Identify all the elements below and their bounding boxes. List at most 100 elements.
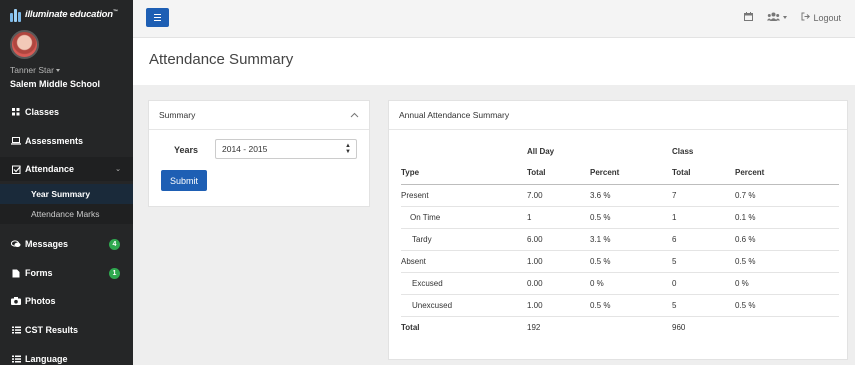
table-group-header-row: All Day Class	[401, 140, 839, 162]
years-select-value: 2014 - 2015	[222, 144, 268, 154]
logout-icon	[801, 12, 811, 23]
all-day-total: 6.00	[527, 228, 590, 251]
class-total: 6	[672, 228, 735, 251]
sidebar-item-messages[interactable]: Messages 4	[0, 232, 133, 256]
users-icon	[767, 12, 781, 23]
logout-label: Logout	[813, 12, 841, 23]
table-row: Excused 0.00 0 % 0 0 %	[401, 272, 839, 295]
forms-count-badge: 1	[109, 267, 120, 279]
all-day-total: 192	[527, 322, 541, 332]
sidebar-item-forms[interactable]: Forms 1	[0, 261, 133, 285]
total-label: Total	[401, 322, 420, 332]
all-day-percent: 0.5 %	[590, 294, 672, 317]
class-total: 5	[672, 294, 735, 317]
row-type: Present	[401, 184, 527, 207]
class-percent: 0.6 %	[735, 228, 839, 251]
attendance-table: All Day Class Type Total Percent Total P…	[401, 140, 839, 338]
column-header: Total	[672, 162, 735, 185]
chevron-up-icon[interactable]	[350, 110, 359, 120]
sidebar-item-classes[interactable]: Classes	[0, 100, 133, 124]
page-title: Attendance Summary	[149, 51, 294, 68]
sidebar-subitem-year-summary[interactable]: Year Summary	[0, 184, 133, 204]
all-day-percent: 3.1 %	[590, 228, 672, 251]
check-square-icon	[11, 164, 21, 174]
sidebar-subitem-attendance-marks[interactable]: Attendance Marks	[0, 204, 133, 224]
calendar-button[interactable]	[744, 12, 754, 23]
column-header: Percent	[735, 162, 839, 185]
all-day-percent: 0.5 %	[590, 206, 672, 229]
column-header: Total	[527, 162, 590, 185]
row-type: Absent	[401, 250, 527, 273]
top-bar: Logout	[133, 0, 855, 38]
caret-down-icon	[55, 68, 60, 72]
all-day-total: 1	[527, 206, 590, 229]
all-day-percent: 0.5 %	[590, 250, 672, 273]
table-row: Present 7.00 3.6 % 7 0.7 %	[401, 184, 839, 207]
chat-icon	[11, 239, 21, 249]
class-total: 5	[672, 250, 735, 273]
annual-panel-title: Annual Attendance Summary	[389, 101, 847, 130]
brand-logo[interactable]: illuminate education™	[10, 8, 118, 22]
sidebar-item-photos[interactable]: Photos	[0, 289, 133, 313]
table-total-row: Total 192 960	[401, 316, 839, 338]
illuminate-logo-icon	[10, 8, 22, 22]
user-menu[interactable]: Tanner Star	[10, 65, 60, 75]
submit-button[interactable]: Submit	[161, 170, 207, 191]
sidebar-item-label: Messages	[25, 239, 69, 249]
sidebar-item-language[interactable]: Language	[0, 347, 133, 365]
top-right-actions: Logout	[744, 12, 841, 23]
summary-panel: Summary Years 2014 - 2015 ▲ ▼ Submit	[148, 100, 370, 207]
class-percent: 0.5 %	[735, 294, 839, 317]
sidebar-item-cst-results[interactable]: CST Results	[0, 318, 133, 342]
all-day-total: 1.00	[527, 250, 590, 273]
class-percent: 0.1 %	[735, 206, 839, 229]
table-row: On Time 1 0.5 % 1 0.1 %	[401, 206, 839, 229]
user-name: Tanner Star	[10, 65, 54, 75]
class-total: 1	[672, 206, 735, 229]
sidebar-item-label: Photos	[25, 296, 56, 306]
summary-panel-title: Summary	[149, 101, 369, 130]
all-day-total: 1.00	[527, 294, 590, 317]
row-type: Tardy	[401, 228, 527, 251]
table-row: Tardy 6.00 3.1 % 6 0.6 %	[401, 228, 839, 251]
brand-tm: ™	[112, 9, 118, 16]
row-type: Unexcused	[401, 294, 527, 317]
column-header: Percent	[590, 162, 672, 185]
class-total: 960	[672, 322, 686, 332]
all-day-percent: 3.6 %	[590, 184, 672, 207]
sidebar-item-label: Language	[25, 354, 68, 364]
group-header-all-day: All Day	[527, 146, 555, 156]
sidebar-item-assessments[interactable]: Assessments	[0, 129, 133, 153]
table-header-row: Type Total Percent Total Percent	[401, 162, 839, 185]
avatar[interactable]	[10, 30, 39, 59]
sidebar-item-label: Classes	[25, 107, 60, 117]
menu-toggle-button[interactable]	[146, 8, 169, 27]
logout-button[interactable]: Logout	[801, 12, 841, 23]
sidebar-item-label: Attendance	[25, 164, 75, 174]
file-icon	[11, 268, 21, 278]
users-menu-button[interactable]	[767, 12, 788, 23]
camera-icon	[11, 296, 21, 306]
grid-icon	[11, 107, 21, 117]
years-label: Years	[174, 145, 199, 155]
sidebar-item-label: Forms	[25, 268, 53, 278]
list-icon	[11, 325, 21, 335]
row-type: Excused	[401, 272, 527, 295]
sidebar-item-attendance[interactable]: Attendance ⌄	[0, 157, 133, 181]
calendar-icon	[744, 12, 754, 23]
all-day-percent: 0 %	[590, 272, 672, 295]
class-percent: 0.7 %	[735, 184, 839, 207]
sidebar-item-label: Assessments	[25, 136, 84, 146]
column-header: Type	[401, 162, 527, 185]
select-arrows-icon: ▲ ▼	[345, 143, 351, 155]
laptop-icon	[11, 136, 21, 146]
brand-name: illuminate education	[25, 9, 113, 21]
page-header: Attendance Summary	[133, 38, 855, 85]
class-total: 0	[672, 272, 735, 295]
messages-count-badge: 4	[109, 238, 120, 250]
chevron-down-icon: ⌄	[115, 166, 121, 173]
class-total: 7	[672, 184, 735, 207]
group-header-class: Class	[672, 146, 694, 156]
years-select[interactable]: 2014 - 2015 ▲ ▼	[215, 139, 357, 159]
sidebar: illuminate education™ Tanner Star Salem …	[0, 0, 133, 365]
